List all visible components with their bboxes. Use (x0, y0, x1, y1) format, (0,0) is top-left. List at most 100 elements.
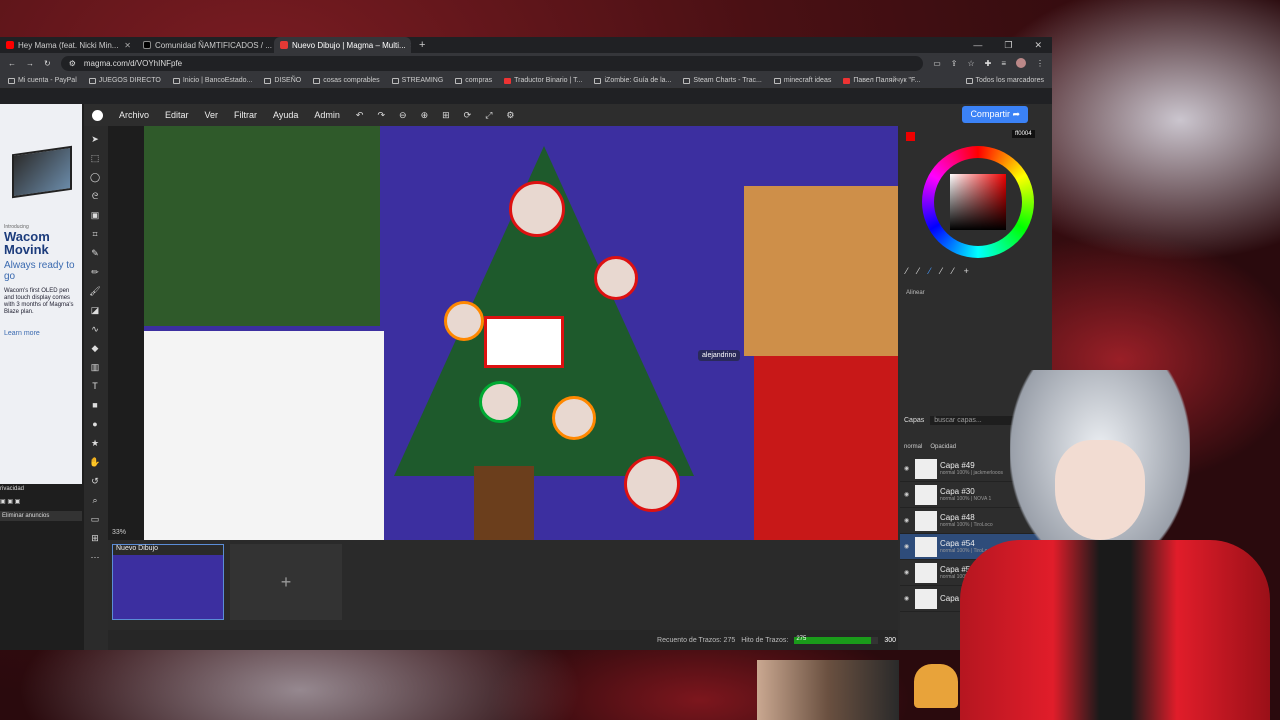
install-icon[interactable]: ▭ (933, 59, 941, 68)
visibility-eye-icon[interactable]: ◉ (904, 595, 912, 602)
menu-editar[interactable]: Editar (165, 110, 189, 120)
blend-mode-select[interactable]: normal (904, 444, 922, 450)
more-icon[interactable]: ⋯ (88, 550, 102, 564)
profile-avatar[interactable] (1016, 58, 1026, 68)
rect-shape-icon[interactable]: ■ (88, 398, 102, 412)
eyedropper-icon[interactable]: ✎ (88, 246, 102, 260)
brush-preset-icon[interactable]: ⁄ (952, 266, 954, 276)
gradient-icon[interactable]: ▥ (88, 360, 102, 374)
learn-more-link[interactable]: Learn more (4, 330, 78, 337)
ad-panel[interactable]: Introducing Wacom Movink Always ready to… (0, 104, 82, 484)
smudge-icon[interactable]: ∿ (88, 322, 102, 336)
menu-ver[interactable]: Ver (205, 110, 219, 120)
bookmark-item[interactable]: minecraft ideas (773, 77, 831, 84)
brush-preset-icon[interactable]: ⁄ (918, 266, 920, 276)
fullscreen-icon[interactable]: ⤢ (485, 110, 492, 121)
menu-admin[interactable]: Admin (314, 110, 340, 120)
all-bookmarks[interactable]: Todos los marcadores (965, 77, 1044, 84)
settings-icon[interactable]: ⚙ (506, 110, 514, 121)
privacy-label[interactable]: rivacidad (0, 486, 82, 492)
reload-icon[interactable]: ↻ (44, 59, 51, 68)
brush-preset-icon[interactable]: ⁄ (929, 266, 931, 276)
eraser-icon[interactable]: ◪ (88, 303, 102, 317)
share-button[interactable]: Compartir ➦ (962, 106, 1028, 123)
back-icon[interactable]: ← (8, 59, 16, 68)
bookmark-item[interactable]: Павел Паляйчук "F... (843, 77, 920, 84)
visibility-eye-icon[interactable]: ◉ (904, 491, 912, 498)
crop-icon[interactable]: ⌗ (88, 227, 102, 241)
bookmark-item[interactable]: JUEGOS DIRECTO (88, 77, 161, 84)
hand-icon[interactable]: ✋ (88, 455, 102, 469)
saturation-square[interactable] (950, 174, 1006, 230)
transform-icon[interactable]: ▣ (88, 208, 102, 222)
forward-icon[interactable]: → (26, 59, 34, 68)
folder-icon (88, 77, 96, 84)
stroke-progress-max: 300 (884, 636, 896, 644)
add-icon[interactable]: ⊞ (88, 531, 102, 545)
zoom-tool-icon[interactable]: ⌕ (88, 493, 102, 507)
bookmark-item[interactable]: Traductor Binario | T... (504, 77, 582, 84)
add-drawing-button[interactable]: + (230, 544, 342, 620)
minimize-icon[interactable]: — (973, 40, 982, 51)
primary-color-swatch[interactable] (906, 132, 915, 141)
fit-icon[interactable]: ⊞ (442, 110, 450, 121)
add-preset-icon[interactable]: + (964, 266, 969, 276)
bookmark-item[interactable]: Steam Charts - Trac... (683, 77, 762, 84)
menu-archivo[interactable]: Archivo (119, 110, 149, 120)
brush-preset-icon[interactable]: ⁄ (941, 266, 943, 276)
canvas-viewport[interactable]: alejandrino 33% (108, 126, 898, 540)
pencil-icon[interactable]: ✏ (88, 265, 102, 279)
fill-icon[interactable]: ◆ (88, 341, 102, 355)
magma-logo[interactable] (92, 109, 103, 121)
bookmark-item[interactable]: compras (455, 77, 492, 84)
brush-icon[interactable]: 🖌 (88, 284, 102, 298)
star-shape-icon[interactable]: ★ (88, 436, 102, 450)
visibility-eye-icon[interactable]: ◉ (904, 569, 912, 576)
media-icon[interactable]: ≡ (1001, 59, 1006, 68)
visibility-eye-icon[interactable]: ◉ (904, 543, 912, 550)
visibility-eye-icon[interactable]: ◉ (904, 465, 912, 472)
menu-filtrar[interactable]: Filtrar (234, 110, 257, 120)
zoom-level[interactable]: 33% (112, 529, 126, 536)
site-info-icon[interactable]: ⚙ (69, 59, 76, 68)
bookmark-item[interactable]: iZombie: Guía de la... (594, 77, 671, 84)
extensions-icon[interactable]: ✚ (985, 59, 992, 68)
ellipse-shape-icon[interactable]: ● (88, 417, 102, 431)
menu-ayuda[interactable]: Ayuda (273, 110, 298, 120)
restore-icon[interactable]: ❐ (1004, 40, 1012, 51)
zoom-out-icon[interactable]: ⊖ (399, 110, 407, 121)
url-field[interactable]: ⚙ magma.com/d/VOYhINFpfe (60, 55, 924, 71)
text-tool-icon[interactable]: T (88, 379, 102, 393)
undo-icon[interactable]: ↶ (356, 110, 364, 121)
move-tool-icon[interactable]: ➤ (88, 132, 102, 146)
tab-magma[interactable]: Nuevo Dibujo | Magma – Multi... ✕ (274, 37, 411, 53)
new-tab-button[interactable]: + (411, 39, 425, 51)
lasso-icon[interactable]: ᘓ (88, 189, 102, 203)
bookmark-item[interactable]: DISEÑO (264, 77, 301, 84)
color-hex[interactable]: ff0004 (1012, 130, 1035, 138)
close-icon[interactable]: ✕ (124, 41, 131, 50)
history-icon[interactable]: ↺ (88, 474, 102, 488)
share-page-icon[interactable]: ⇪ (951, 59, 958, 68)
redo-icon[interactable]: ↷ (377, 110, 385, 121)
drawing-thumbnail[interactable]: Nuevo Dibujo (112, 544, 224, 620)
bookmark-item[interactable]: Mi cuenta - PayPal (8, 77, 77, 84)
bookmark-star-icon[interactable]: ☆ (967, 59, 974, 68)
color-wheel[interactable] (922, 146, 1034, 258)
zoom-in-icon[interactable]: ⊕ (421, 110, 429, 121)
ellipse-select-icon[interactable]: ◯ (88, 170, 102, 184)
chat-icon[interactable]: ▭ (88, 512, 102, 526)
drawing-canvas[interactable]: alejandrino (144, 126, 898, 540)
tab-x-community[interactable]: Comunidad ÑAMTIFICADOS / ... ✕ (137, 37, 274, 53)
visibility-eye-icon[interactable]: ◉ (904, 517, 912, 524)
tab-youtube[interactable]: Hey Mama (feat. Nicki Min... ✕ (0, 37, 137, 53)
bookmark-item[interactable]: Inicio | BancoEstado... (172, 77, 252, 84)
remove-ads-button[interactable]: Eliminar anuncios (0, 511, 82, 521)
bookmark-item[interactable]: STREAMING (391, 77, 443, 84)
bookmark-item[interactable]: cosas comprables (313, 77, 380, 84)
rect-select-icon[interactable]: ⬚ (88, 151, 102, 165)
close-window-icon[interactable]: ✕ (1034, 40, 1042, 51)
rotate-icon[interactable]: ⟳ (464, 110, 472, 121)
menu-icon[interactable]: ⋮ (1036, 59, 1044, 68)
brush-preset-icon[interactable]: ⁄ (906, 266, 908, 276)
